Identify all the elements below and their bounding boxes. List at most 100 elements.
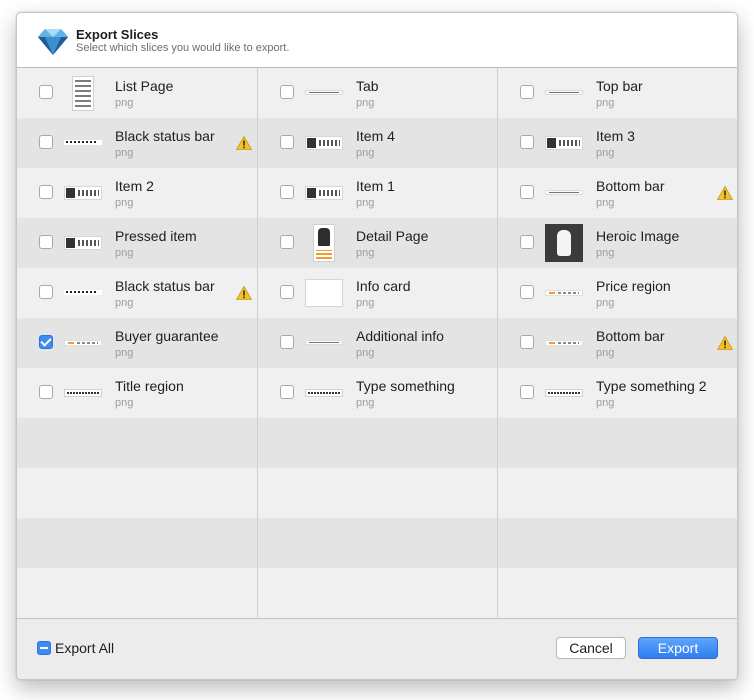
slice-name: Info card	[356, 278, 411, 294]
slice-name: Price region	[596, 278, 671, 294]
slice-item[interactable]: Price region png	[498, 268, 737, 318]
slice-thumbnail	[545, 389, 583, 397]
cancel-button[interactable]: Cancel	[556, 637, 626, 659]
slice-checkbox[interactable]	[280, 135, 294, 149]
slice-checkbox[interactable]	[520, 385, 534, 399]
slice-checkbox[interactable]	[39, 385, 53, 399]
slice-checkbox[interactable]	[520, 335, 534, 349]
slice-thumbnail	[545, 224, 583, 262]
slice-checkbox[interactable]	[280, 335, 294, 349]
slice-name: Buyer guarantee	[115, 328, 219, 344]
slice-name: Black status bar	[115, 128, 215, 144]
slice-thumbnail	[64, 389, 102, 397]
export-all-label[interactable]: Export All	[55, 640, 114, 656]
slice-item[interactable]: Pressed item png	[17, 218, 257, 268]
export-all-checkbox[interactable]	[37, 641, 51, 655]
slice-format: png	[356, 297, 375, 309]
slice-item[interactable]: Buyer guarantee png	[17, 318, 257, 368]
slice-item[interactable]: List Page png	[17, 68, 257, 118]
slice-name: Heroic Image	[596, 228, 680, 244]
slice-item[interactable]: Detail Page png	[258, 218, 498, 268]
slice-item[interactable]: Info card png	[258, 268, 498, 318]
export-slices-dialog: Export Slices Select which slices you wo…	[16, 12, 738, 680]
slice-name: Title region	[115, 378, 184, 394]
slice-column-2: Tab png Item 4 png Item 1 png Detail Page png In…	[258, 68, 498, 619]
slice-thumbnail	[545, 136, 583, 150]
slice-checkbox[interactable]	[39, 285, 53, 299]
slice-thumbnail	[305, 186, 343, 200]
slice-item[interactable]: Item 3 png	[498, 118, 737, 168]
slice-thumbnail	[545, 190, 583, 195]
slice-checkbox[interactable]	[280, 285, 294, 299]
slice-column-3: Top bar png Item 3 png Bottom bar png Heroic I…	[498, 68, 737, 619]
slice-name: Type something	[356, 378, 455, 394]
slice-item[interactable]: Item 1 png	[258, 168, 498, 218]
slice-item[interactable]: Heroic Image png	[498, 218, 737, 268]
slice-name: Bottom bar	[596, 328, 665, 344]
warning-triangle-icon	[717, 186, 733, 200]
slice-checkbox[interactable]	[520, 135, 534, 149]
slice-format: png	[356, 97, 375, 109]
slice-format: png	[115, 197, 134, 209]
slice-format: png	[596, 347, 615, 359]
slice-thumbnail	[305, 136, 343, 150]
slice-name: Detail Page	[356, 228, 429, 244]
slice-checkbox[interactable]	[39, 185, 53, 199]
slice-format: png	[356, 247, 375, 259]
slice-item[interactable]: Additional info png	[258, 318, 498, 368]
slice-item[interactable]: Tab png	[258, 68, 498, 118]
slice-thumbnail	[305, 90, 343, 95]
slices-grid: List Page png Black status bar png Item 2 png…	[17, 68, 737, 668]
slice-format: png	[115, 147, 134, 159]
slice-item[interactable]: Title region png	[17, 368, 257, 418]
slice-format: png	[115, 247, 134, 259]
slice-checkbox[interactable]	[280, 185, 294, 199]
slice-item[interactable]: Item 4 png	[258, 118, 498, 168]
slice-item[interactable]: Bottom bar png	[498, 168, 737, 218]
warning-triangle-icon	[236, 136, 252, 150]
warning-triangle-icon	[236, 286, 252, 300]
slice-item[interactable]: Black status bar png	[17, 268, 257, 318]
slice-format: png	[356, 347, 375, 359]
slice-checkbox[interactable]	[39, 335, 53, 349]
slice-format: png	[356, 197, 375, 209]
slice-checkbox[interactable]	[39, 135, 53, 149]
slice-checkbox[interactable]	[520, 235, 534, 249]
slice-checkbox[interactable]	[280, 85, 294, 99]
slice-format: png	[596, 247, 615, 259]
slice-checkbox[interactable]	[520, 285, 534, 299]
slice-checkbox[interactable]	[280, 385, 294, 399]
slice-format: png	[596, 97, 615, 109]
slice-item[interactable]: Type something 2 png	[498, 368, 737, 418]
slice-checkbox[interactable]	[520, 85, 534, 99]
slice-checkbox[interactable]	[39, 85, 53, 99]
slice-item[interactable]: Type something png	[258, 368, 498, 418]
slice-thumbnail	[64, 340, 102, 346]
slice-checkbox[interactable]	[280, 235, 294, 249]
slice-checkbox[interactable]	[39, 235, 53, 249]
slice-name: Item 3	[596, 128, 635, 144]
sketch-diamond-icon	[38, 29, 68, 55]
slice-column-1: List Page png Black status bar png Item 2 png…	[17, 68, 257, 619]
slice-thumbnail	[64, 186, 102, 200]
slice-item[interactable]: Top bar png	[498, 68, 737, 118]
slice-format: png	[115, 397, 134, 409]
slice-format: png	[115, 347, 134, 359]
slice-item[interactable]: Black status bar png	[17, 118, 257, 168]
slice-format: png	[596, 147, 615, 159]
slice-thumbnail	[305, 340, 343, 345]
slice-name: Bottom bar	[596, 178, 665, 194]
slice-item[interactable]: Bottom bar png	[498, 318, 737, 368]
dialog-title: Export Slices	[76, 27, 159, 42]
slice-thumbnail	[545, 90, 583, 95]
slice-thumbnail	[72, 76, 94, 111]
slice-name: Item 4	[356, 128, 395, 144]
slice-item[interactable]: Item 2 png	[17, 168, 257, 218]
slice-name: Black status bar	[115, 278, 215, 294]
slice-format: png	[596, 397, 615, 409]
slice-name: List Page	[115, 78, 174, 94]
slice-thumbnail	[305, 279, 343, 307]
dialog-subtitle: Select which slices you would like to ex…	[76, 42, 290, 54]
slice-checkbox[interactable]	[520, 185, 534, 199]
export-button[interactable]: Export	[638, 637, 718, 659]
